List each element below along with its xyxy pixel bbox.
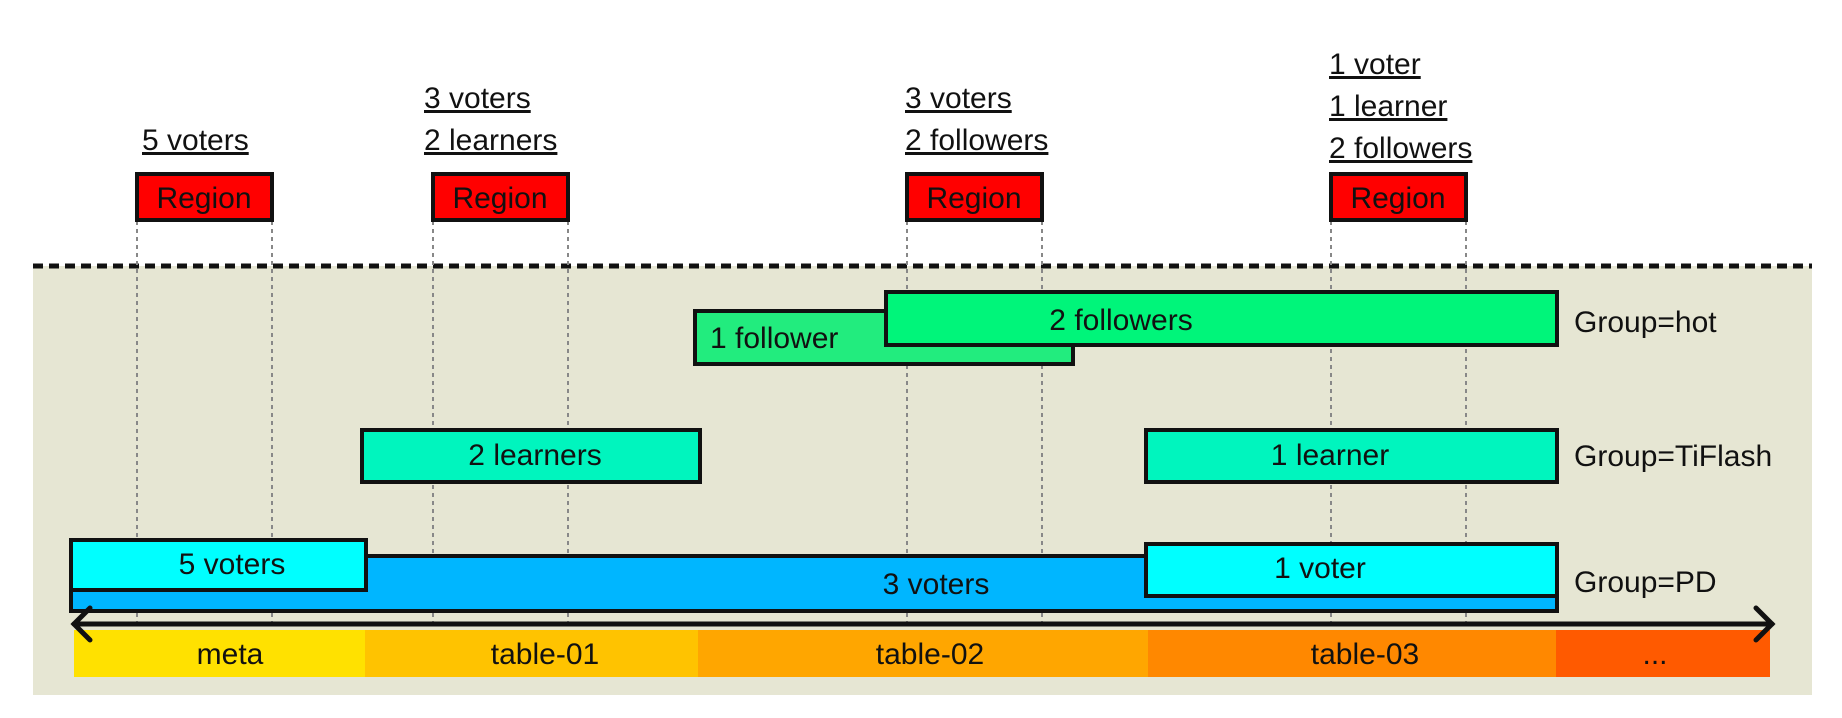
region-replicas: 3 voters — [905, 82, 1012, 115]
region-replicas: 1 voter — [1329, 48, 1421, 81]
region-replicas: 2 followers — [1329, 132, 1472, 165]
region-label: Region — [1350, 182, 1445, 215]
rule-label: 3 voters — [883, 568, 990, 601]
key-range-label: meta — [197, 638, 264, 671]
rule-label: 5 voters — [179, 548, 286, 581]
region-replicas: 2 followers — [905, 124, 1048, 157]
rule-box-2-followers — [884, 290, 1559, 347]
key-range-bar: meta table-01 table-02 table-03 ... — [74, 630, 1770, 677]
region-replicas: 5 voters — [142, 124, 249, 157]
rule-label: 2 followers — [1049, 304, 1192, 337]
group-label: Group=TiFlash — [1574, 440, 1772, 473]
key-range-label: table-01 — [491, 638, 599, 671]
region-2: 3 voters 2 learners Region — [424, 82, 570, 222]
rule-label: 1 voter — [1274, 552, 1366, 585]
key-range-label: table-02 — [876, 638, 984, 671]
rule-label: 1 learner — [1271, 439, 1389, 472]
region-replicas: 3 voters — [424, 82, 531, 115]
rule-label: 1 follower — [710, 322, 838, 355]
region-label: Region — [926, 182, 1021, 215]
region-3: 3 voters 2 followers Region — [905, 82, 1048, 222]
placement-rules-diagram: 5 voters Region 3 voters 2 learners Regi… — [33, 48, 1812, 695]
region-4: 1 voter 1 learner 2 followers Region — [1329, 48, 1472, 222]
region-1: 5 voters Region — [135, 124, 274, 222]
key-range-label: ... — [1642, 638, 1667, 671]
key-range-label: table-03 — [1311, 638, 1419, 671]
region-label: Region — [156, 182, 251, 215]
region-replicas: 1 learner — [1329, 90, 1447, 123]
group-label: Group=PD — [1574, 566, 1717, 599]
region-label: Region — [452, 182, 547, 215]
rule-label: 2 learners — [468, 439, 601, 472]
region-replicas: 2 learners — [424, 124, 557, 157]
group-label: Group=hot — [1574, 306, 1717, 339]
